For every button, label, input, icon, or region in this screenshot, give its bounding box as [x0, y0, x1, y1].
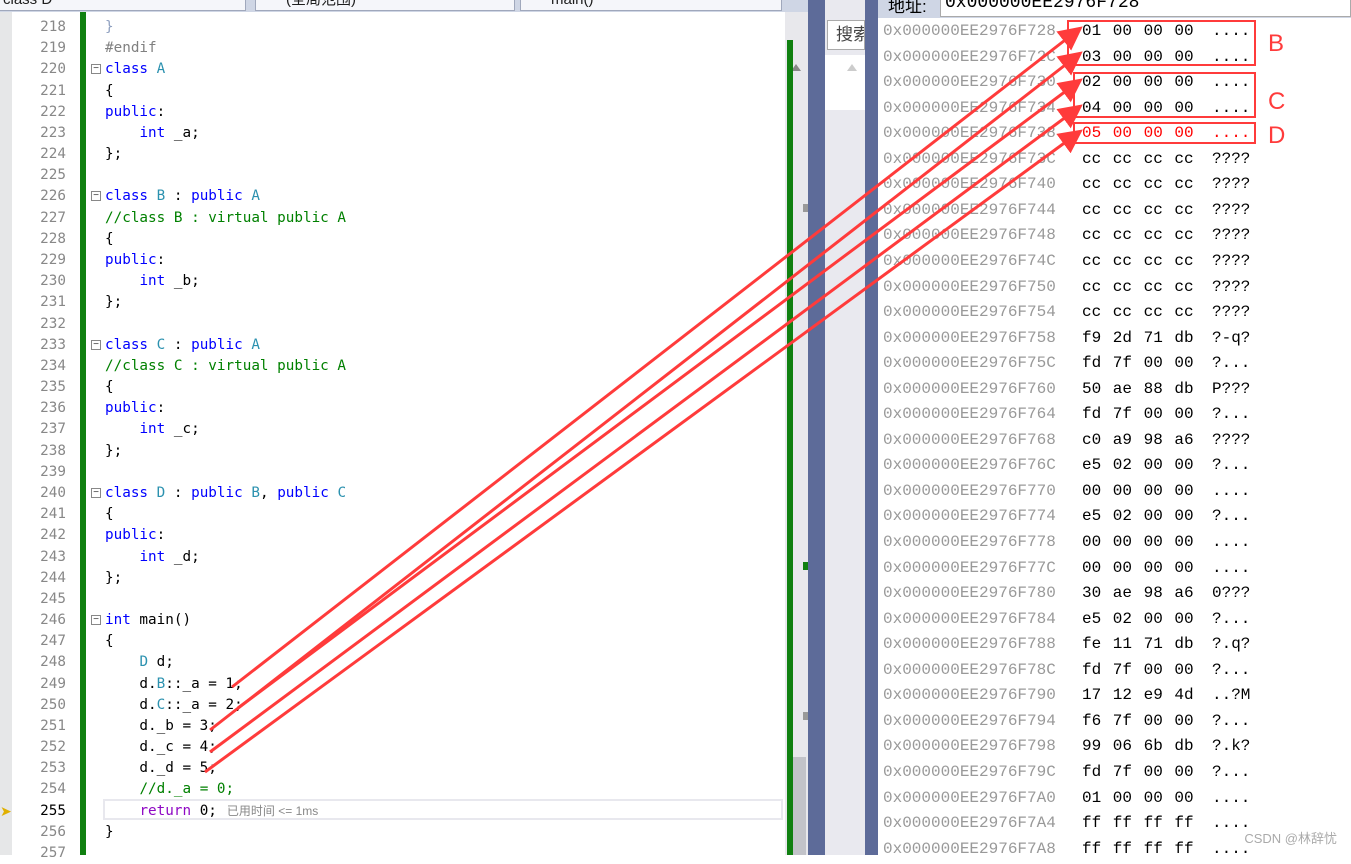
annotation-label: C	[1268, 88, 1286, 115]
annotation-label: D	[1268, 122, 1286, 149]
watermark: CSDN @林辞忧	[1244, 831, 1337, 846]
highlight-box-D	[1073, 122, 1256, 144]
annotation-arrow	[209, 51, 1083, 732]
highlight-box-C	[1073, 72, 1256, 118]
highlight-box-B	[1067, 20, 1256, 66]
annotation-arrow	[231, 26, 1083, 689]
annotation-label: B	[1268, 30, 1285, 57]
annotation-arrow	[204, 129, 1083, 774]
annotation-arrow	[209, 104, 1083, 754]
annotation-arrow	[237, 78, 1083, 710]
